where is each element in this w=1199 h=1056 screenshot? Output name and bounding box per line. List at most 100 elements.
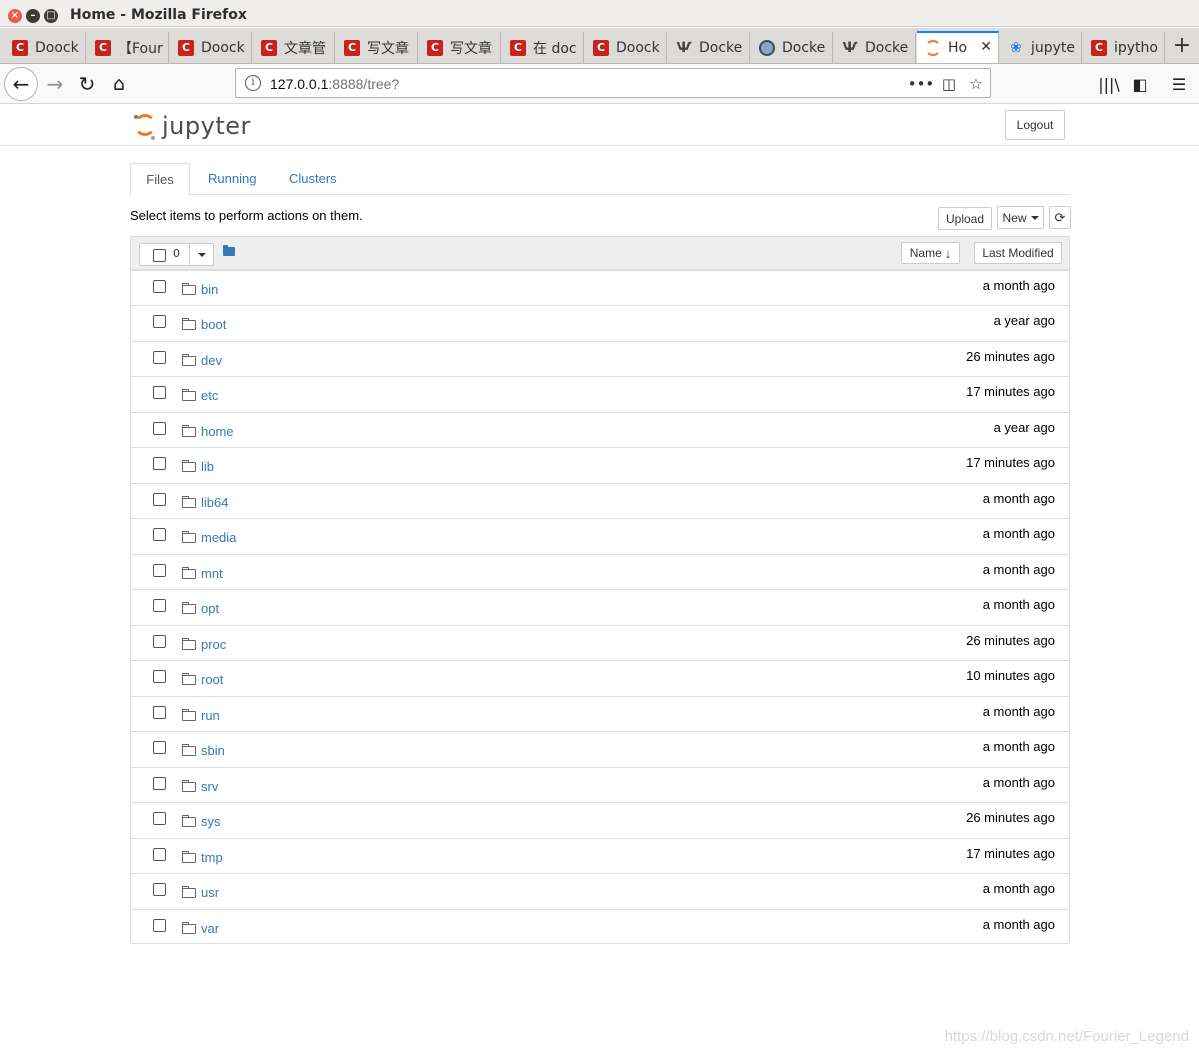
folder-name-link[interactable]: var [201, 921, 219, 936]
row-checkbox[interactable] [153, 315, 166, 328]
file-row[interactable]: bin a month ago [131, 270, 1069, 305]
row-checkbox[interactable] [153, 919, 166, 932]
file-row[interactable]: lib64 a month ago [131, 483, 1069, 518]
row-checkbox[interactable] [153, 848, 166, 861]
row-checkbox[interactable] [153, 528, 166, 541]
file-row[interactable]: opt a month ago [131, 589, 1069, 624]
back-button[interactable]: ← [4, 67, 38, 101]
folder-name-link[interactable]: dev [201, 353, 222, 368]
window-maximize-button[interactable]: □ [44, 9, 58, 23]
url-bar[interactable]: i 127.0.0.1:8888/tree? ••• ◫ ☆ [235, 68, 991, 98]
new-dropdown-button[interactable]: New [997, 206, 1044, 229]
browser-tab[interactable]: ❀ jupyte [1000, 32, 1082, 63]
file-row[interactable]: boot a year ago [131, 305, 1069, 340]
row-checkbox[interactable] [153, 280, 166, 293]
file-row[interactable]: mnt a month ago [131, 554, 1069, 589]
file-row[interactable]: run a month ago [131, 696, 1069, 731]
folder-name-link[interactable]: proc [201, 637, 226, 652]
page-actions-button[interactable]: ••• [908, 72, 935, 96]
row-checkbox[interactable] [153, 386, 166, 399]
file-row[interactable]: proc 26 minutes ago [131, 625, 1069, 660]
folder-name-link[interactable]: home [201, 424, 234, 439]
folder-name-link[interactable]: run [201, 708, 220, 723]
browser-tab[interactable]: C 文章管 [253, 32, 335, 63]
select-dropdown-button[interactable] [189, 244, 213, 265]
file-row[interactable]: sys 26 minutes ago [131, 802, 1069, 837]
browser-tab[interactable]: Ѱ Docke [668, 32, 750, 63]
row-checkbox[interactable] [153, 670, 166, 683]
folder-name-link[interactable]: lib64 [201, 495, 228, 510]
tab-files[interactable]: Files [130, 163, 190, 196]
file-row[interactable]: srv a month ago [131, 767, 1069, 802]
library-button[interactable]: |||\ [1096, 72, 1122, 96]
logout-button[interactable]: Logout [1005, 110, 1065, 140]
browser-tab[interactable]: Ho ✕ [917, 31, 999, 63]
refresh-button[interactable]: ⟳ [1049, 206, 1071, 229]
folder-name-link[interactable]: etc [201, 388, 218, 403]
browser-tab[interactable]: C 写文章 [419, 32, 501, 63]
sort-by-last-modified-button[interactable]: Last Modified [974, 242, 1062, 264]
file-row[interactable]: etc 17 minutes ago [131, 376, 1069, 411]
new-tab-button[interactable]: + [1168, 32, 1196, 62]
browser-tab[interactable]: C 【Four [87, 32, 169, 63]
select-all-checkbox[interactable] [153, 249, 166, 262]
row-checkbox[interactable] [153, 777, 166, 790]
folder-name-link[interactable]: bin [201, 282, 218, 297]
browser-tab[interactable]: Ѱ Docke [834, 32, 916, 63]
folder-name-link[interactable]: sys [201, 814, 221, 829]
folder-name-link[interactable]: tmp [201, 850, 223, 865]
file-row[interactable]: var a month ago [131, 909, 1069, 944]
folder-icon[interactable] [223, 245, 235, 256]
row-checkbox[interactable] [153, 883, 166, 896]
folder-name-link[interactable]: sbin [201, 743, 225, 758]
jupyter-logo[interactable]: jupyter [134, 110, 251, 142]
browser-tab[interactable]: C Doock [585, 32, 667, 63]
folder-name-link[interactable]: lib [201, 459, 214, 474]
row-checkbox[interactable] [153, 599, 166, 612]
folder-name-link[interactable]: mnt [201, 566, 223, 581]
tab-clusters[interactable]: Clusters [289, 163, 337, 195]
browser-tab[interactable]: C 写文章 [336, 32, 418, 63]
browser-tab[interactable]: C 在 doc [502, 32, 584, 63]
file-row[interactable]: home a year ago [131, 412, 1069, 447]
row-checkbox[interactable] [153, 422, 166, 435]
row-checkbox[interactable] [153, 706, 166, 719]
url-text[interactable]: 127.0.0.1:8888/tree? [270, 76, 399, 92]
sidebar-button[interactable]: ◧ [1127, 72, 1153, 96]
row-checkbox[interactable] [153, 457, 166, 470]
file-row[interactable]: root 10 minutes ago [131, 660, 1069, 695]
folder-name-link[interactable]: opt [201, 601, 219, 616]
row-checkbox[interactable] [153, 741, 166, 754]
reload-button[interactable]: ↻ [74, 70, 100, 98]
file-row[interactable]: lib 17 minutes ago [131, 447, 1069, 482]
folder-name-link[interactable]: usr [201, 885, 219, 900]
pocket-button[interactable]: ◫ [937, 72, 961, 96]
file-row[interactable]: usr a month ago [131, 873, 1069, 908]
file-row[interactable]: sbin a month ago [131, 731, 1069, 766]
browser-tab[interactable]: C Doock [170, 32, 252, 63]
forward-button[interactable]: → [42, 70, 68, 98]
folder-name-link[interactable]: boot [201, 317, 226, 332]
row-checkbox[interactable] [153, 351, 166, 364]
folder-name-link[interactable]: srv [201, 779, 218, 794]
row-checkbox[interactable] [153, 493, 166, 506]
browser-tab[interactable]: Cipytho [1083, 32, 1165, 63]
window-minimize-button[interactable]: – [26, 9, 40, 23]
info-icon[interactable]: i [245, 75, 261, 91]
window-close-button[interactable]: × [8, 9, 22, 23]
row-checkbox[interactable] [153, 635, 166, 648]
menu-button[interactable]: ☰ [1166, 72, 1192, 96]
browser-tab[interactable]: Docke [751, 32, 833, 63]
folder-name-link[interactable]: root [201, 672, 223, 687]
file-row[interactable]: tmp 17 minutes ago [131, 838, 1069, 873]
file-row[interactable]: media a month ago [131, 518, 1069, 553]
bookmark-button[interactable]: ☆ [964, 72, 988, 96]
tab-running[interactable]: Running [208, 163, 256, 195]
file-row[interactable]: dev 26 minutes ago [131, 341, 1069, 376]
row-checkbox[interactable] [153, 812, 166, 825]
browser-tab[interactable]: C Doock [4, 32, 86, 63]
row-checkbox[interactable] [153, 564, 166, 577]
folder-name-link[interactable]: media [201, 530, 236, 545]
sort-by-name-button[interactable]: Name ↓ [901, 242, 960, 264]
upload-button[interactable]: Upload [938, 207, 992, 230]
